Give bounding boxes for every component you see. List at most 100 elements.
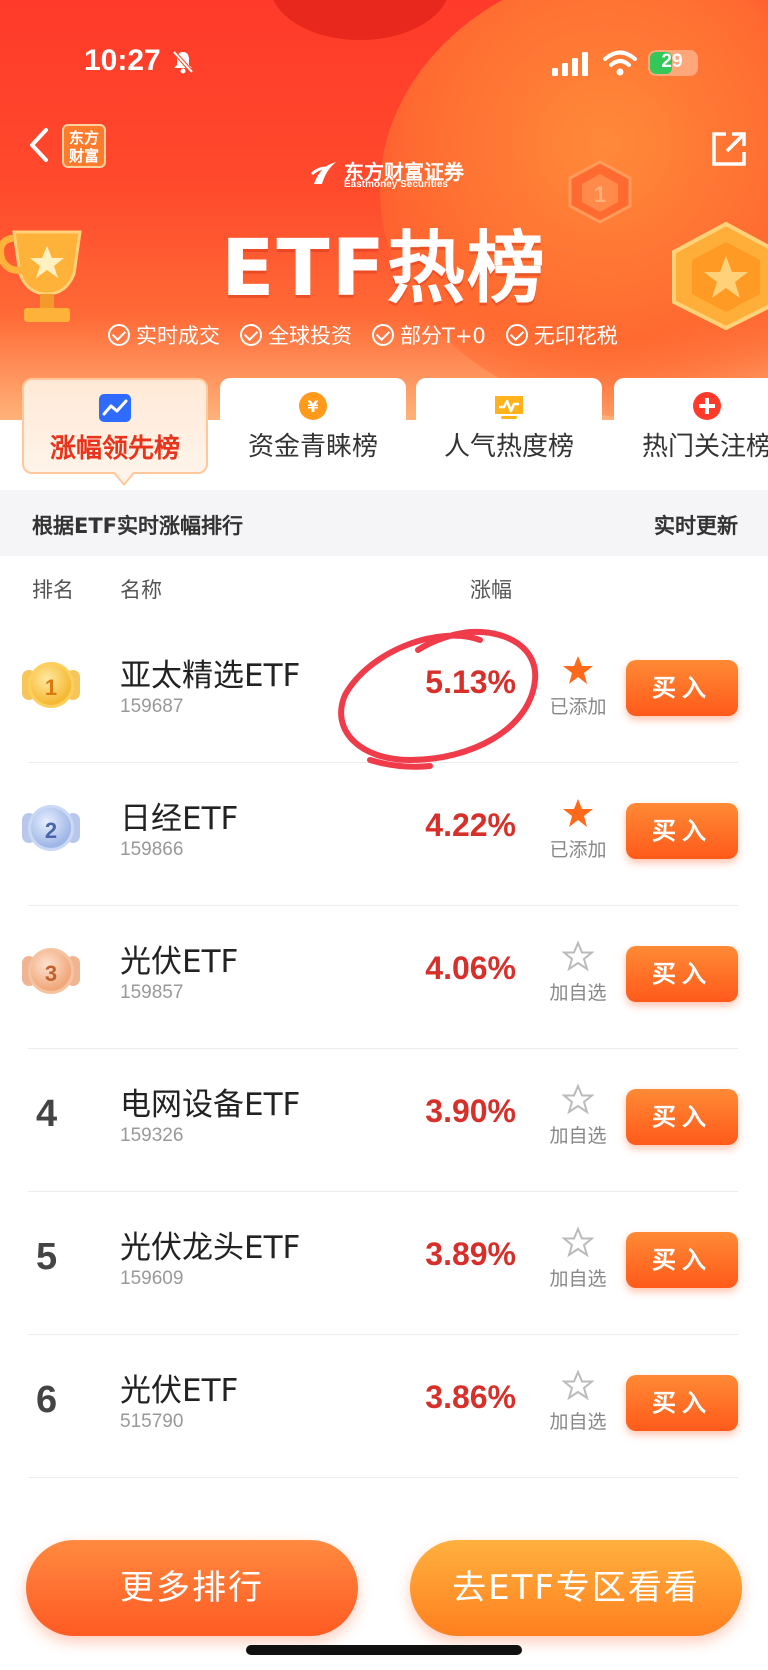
fund-code: 159866 (120, 839, 184, 860)
gold-medal-icon: 1 (22, 656, 80, 716)
feature-item: 部分T+0 (372, 318, 486, 352)
change-percent: 3.89% (425, 1236, 516, 1272)
table-row[interactable]: 6 光伏ETF 515790 3.86% 加自选 买入 (0, 1335, 768, 1478)
watchlist-label: 已添加 (549, 696, 607, 718)
brand-badge: 东方财富 (62, 124, 106, 168)
tab-gain-leaders[interactable]: 涨幅领先榜 (22, 378, 208, 486)
status-bar: 10:27 29 (0, 0, 768, 120)
buy-button[interactable]: 买入 (626, 1089, 738, 1145)
tab-hot-attention[interactable]: 热门关注榜 (614, 378, 768, 474)
hero-banner: 10:27 29 东方财富 东方财富证券 Eastmoney Securitie… (0, 0, 768, 420)
feature-label: 部分T+0 (400, 324, 486, 348)
cellular-signal-icon (552, 52, 588, 76)
watchlist-label: 加自选 (549, 1268, 607, 1290)
watchlist-toggle[interactable]: 加自选 (546, 940, 608, 1012)
table-row[interactable]: 5 光伏龙头ETF 159609 3.89% 加自选 买入 (0, 1192, 768, 1335)
tab-capital-favored[interactable]: ¥ 资金青睐榜 (220, 378, 406, 474)
star-outline-icon (562, 1369, 594, 1401)
buy-button[interactable]: 买入 (626, 803, 738, 859)
table-row[interactable]: 4 电网设备ETF 159326 3.90% 加自选 买入 (0, 1049, 768, 1192)
fund-name: 日经ETF (120, 801, 239, 837)
buy-button[interactable]: 买入 (626, 1232, 738, 1288)
check-circle-icon (240, 324, 262, 346)
change-percent: 4.22% (425, 807, 516, 843)
yen-coin-icon: ¥ (299, 392, 327, 420)
battery-level: 29 (661, 51, 683, 72)
buy-button[interactable]: 买入 (626, 660, 738, 716)
buy-button[interactable]: 买入 (626, 1375, 738, 1431)
star-filled-icon (563, 799, 593, 827)
battery-indicator: 29 (648, 50, 698, 76)
watchlist-toggle[interactable]: 已添加 (546, 654, 608, 726)
tab-label: 人气热度榜 (443, 432, 574, 462)
watchlist-label: 加自选 (549, 982, 607, 1004)
brand-badge-text: 东方财富 (68, 129, 99, 165)
row-divider (28, 1477, 738, 1478)
fund-code: 515790 (120, 1411, 184, 1432)
bronze-medal-icon: 3 (22, 942, 80, 1002)
share-icon[interactable] (710, 130, 748, 168)
etf-zone-button[interactable]: 去ETF专区看看 (410, 1540, 742, 1636)
watchlist-toggle[interactable]: 已添加 (546, 797, 608, 869)
ranking-description: 根据ETF实时涨幅排行 (32, 514, 244, 538)
logo-english-name: Eastmoney Securities (344, 179, 448, 190)
fund-name: 光伏ETF (120, 944, 239, 980)
rank-number: 4 (36, 1093, 58, 1135)
watchlist-label: 加自选 (549, 1411, 607, 1433)
watchlist-label: 已添加 (549, 839, 607, 861)
fund-code: 159857 (120, 982, 184, 1003)
star-filled-icon (563, 656, 593, 684)
rank-number: 1 (28, 662, 74, 708)
rank-number: 3 (28, 948, 74, 994)
pulse-chart-icon (495, 396, 523, 419)
feature-list: 实时成交 全球投资 部分T+0 无印花税 (108, 318, 618, 352)
fund-name: 电网设备ETF (120, 1087, 301, 1123)
tab-popularity[interactable]: 人气热度榜 (416, 378, 602, 474)
table-header: 排名 名称 涨幅 (0, 556, 768, 620)
rank-number: 5 (36, 1236, 58, 1278)
change-percent: 3.90% (425, 1093, 516, 1129)
column-header-change: 涨幅 (470, 578, 512, 602)
table-row[interactable]: 2 日经ETF 159866 4.22% 已添加 买入 (0, 763, 768, 906)
ranking-subheader: 根据ETF实时涨幅排行 实时更新 (0, 490, 768, 556)
star-outline-icon (562, 1083, 594, 1115)
feature-item: 无印花税 (505, 318, 618, 352)
table-row[interactable]: 1 亚太精选ETF 159687 5.13% 已添加 买入 (0, 620, 768, 763)
watchlist-toggle[interactable]: 加自选 (546, 1226, 608, 1298)
page-title: ETF热榜 (221, 224, 547, 314)
svg-text:¥: ¥ (307, 397, 318, 416)
star-outline-icon (562, 940, 594, 972)
svg-text:1: 1 (594, 182, 606, 207)
tab-label: 资金青睐榜 (247, 432, 378, 462)
change-percent: 4.06% (425, 950, 516, 986)
fund-code: 159687 (120, 696, 184, 717)
rank-number: 2 (28, 805, 74, 851)
more-rankings-button[interactable]: 更多排行 (26, 1540, 358, 1636)
table-row[interactable]: 3 光伏ETF 159857 4.06% 加自选 买入 (0, 906, 768, 1049)
change-percent: 5.13% (425, 664, 516, 700)
feature-label: 全球投资 (268, 324, 352, 348)
feature-item: 全球投资 (240, 318, 352, 352)
feature-item: 实时成交 (108, 318, 220, 352)
status-time: 10:27 (84, 44, 161, 77)
fund-name: 光伏龙头ETF (120, 1230, 301, 1266)
tab-label: 涨幅领先榜 (49, 434, 180, 464)
plus-badge-icon (693, 392, 721, 420)
column-header-name: 名称 (120, 578, 162, 602)
tab-label: 热门关注榜 (641, 432, 768, 462)
trend-chart-icon (99, 394, 131, 422)
watchlist-toggle[interactable]: 加自选 (546, 1083, 608, 1155)
update-status: 实时更新 (654, 514, 738, 538)
back-arrow-icon[interactable] (24, 124, 54, 166)
fund-name: 亚太精选ETF (120, 658, 301, 694)
bell-muted-icon (172, 50, 194, 74)
buy-button[interactable]: 买入 (626, 946, 738, 1002)
check-circle-icon (108, 324, 130, 346)
change-percent: 3.86% (425, 1379, 516, 1415)
feature-label: 无印花税 (533, 324, 618, 348)
active-tab-pointer (112, 471, 136, 486)
watchlist-label: 加自选 (549, 1125, 607, 1147)
home-indicator (246, 1645, 522, 1655)
column-header-rank: 排名 (32, 578, 74, 602)
watchlist-toggle[interactable]: 加自选 (546, 1369, 608, 1441)
